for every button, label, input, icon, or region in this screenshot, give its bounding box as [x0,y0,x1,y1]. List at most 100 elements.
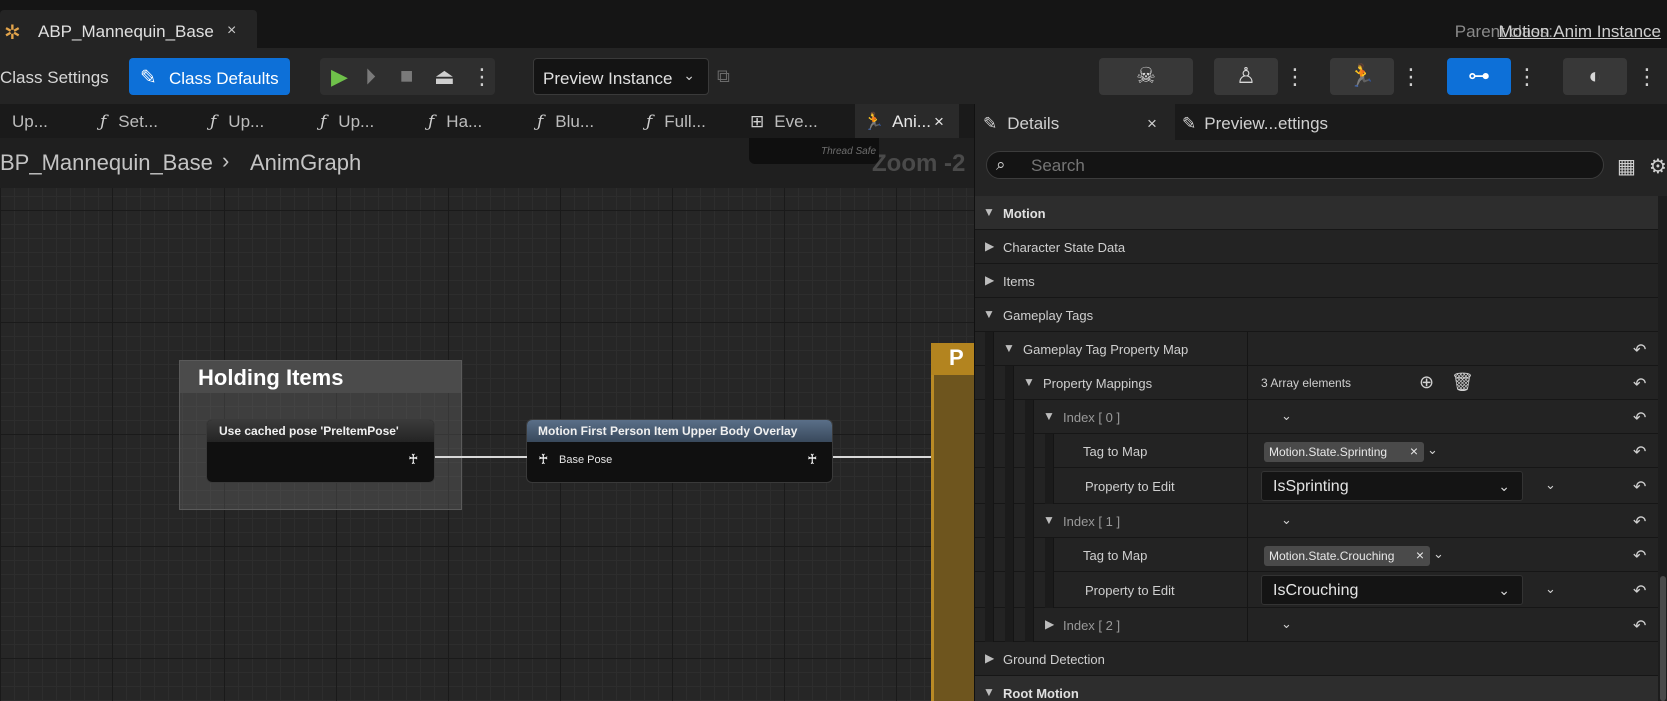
eject-icon[interactable]: ⏏ [434,64,455,90]
graph-tab[interactable]: ƒ Set... [100,104,204,138]
collapse-arrow-icon[interactable]: ▼ [983,685,995,699]
overlay-node[interactable]: Motion First Person Item Upper Body Over… [526,419,833,483]
expand-arrow-icon[interactable]: ▶ [1045,617,1054,631]
column-splitter[interactable] [1247,504,1248,538]
skeleton-mode-button[interactable]: ☠ [1099,58,1193,95]
breadcrumb-graph[interactable]: AnimGraph [250,150,361,176]
reset-to-default-icon[interactable]: ↶ [1633,546,1646,566]
expand-arrow-icon[interactable]: ▶ [985,239,994,253]
remove-tag-icon[interactable]: × [1410,443,1418,459]
reset-to-default-icon[interactable]: ↶ [1633,616,1646,636]
column-splitter[interactable] [1247,434,1248,468]
blueprint-mode-button[interactable]: ⊶ [1447,58,1511,95]
class-settings-button[interactable]: Class Settings [0,68,109,88]
collapse-arrow-icon[interactable]: ▼ [983,307,995,321]
more-options-icon[interactable]: ⋮ [1516,58,1538,95]
more-options-icon[interactable]: ⋮ [1400,58,1422,95]
close-icon[interactable]: × [1147,114,1157,134]
row-property-to-edit-0[interactable]: Property to Edit IsSprinting ⌄ ⌄ ↶ [975,468,1658,504]
row-items[interactable]: ▶ Items [975,264,1658,298]
chevron-down-icon[interactable]: ⌄ [1433,546,1444,562]
reset-to-default-icon[interactable]: ↶ [1633,408,1646,428]
gear-icon[interactable]: ⚙ [1649,154,1667,179]
row-index-1[interactable]: ▼ Index [ 1 ] ⌄ ↶ [975,504,1658,538]
scrollbar-thumb[interactable] [1660,576,1666,701]
pose-input-pin-icon[interactable]: ♰ [538,451,548,468]
stop-icon[interactable]: ■ [400,63,413,89]
search-input[interactable] [1031,156,1591,176]
comment-title[interactable]: Holding Items [180,361,461,393]
collapse-arrow-icon[interactable]: ▼ [1043,409,1055,423]
mesh-mode-button[interactable]: ♙ [1214,58,1278,95]
gameplay-tag-chip[interactable]: Motion.State.Sprinting × [1264,442,1424,462]
graph-tab[interactable]: ƒ Up... [320,104,424,138]
parent-class-link[interactable]: Motion Anim Instance [1498,22,1661,42]
reset-to-default-icon[interactable]: ↶ [1633,340,1646,360]
reset-to-default-icon[interactable]: ↶ [1633,442,1646,462]
close-icon[interactable]: × [227,22,236,40]
collapse-arrow-icon[interactable]: ▼ [1023,375,1035,389]
physics-mode-button[interactable]: ◐ [1563,58,1627,95]
more-options-icon[interactable]: ⋮ [471,64,493,90]
step-icon[interactable]: ⏵ [365,64,376,90]
collapse-arrow-icon[interactable]: ▼ [983,205,995,219]
row-gameplay-tags[interactable]: ▼ Gameplay Tags [975,298,1658,332]
reset-to-default-icon[interactable]: ↶ [1633,581,1646,601]
chevron-down-icon[interactable]: ⌄ [1545,581,1556,597]
expand-arrow-icon[interactable]: ▶ [985,651,994,665]
column-splitter[interactable] [1247,366,1248,400]
reset-to-default-icon[interactable]: ↶ [1633,374,1646,394]
class-defaults-button[interactable]: ✎ Class Defaults [129,58,290,95]
close-icon[interactable]: × [934,112,944,132]
row-index-2[interactable]: ▶ Index [ 2 ] ⌄ ↶ [975,608,1658,642]
row-character-state-data[interactable]: ▶ Character State Data [975,230,1658,264]
column-splitter[interactable] [1247,608,1248,642]
row-tag-to-map-0[interactable]: Tag to Map Motion.State.Sprinting × ⌄ ↶ [975,434,1658,468]
table-view-icon[interactable]: ▦ [1617,154,1636,179]
category-root-motion[interactable]: ▼ Root Motion [975,676,1658,701]
graph-tab[interactable]: ƒ Ha... [428,104,532,138]
property-select[interactable]: IsSprinting ⌄ [1261,471,1523,501]
graph-tab[interactable]: ƒ Up... [210,104,314,138]
graph-tab[interactable]: ƒ Full... [646,104,750,138]
chevron-down-icon[interactable]: ⌄ [1281,616,1292,632]
graph-tab[interactable]: Up... [0,104,96,138]
row-ground-detection[interactable]: ▶ Ground Detection [975,642,1658,676]
column-splitter[interactable] [1247,332,1248,366]
breadcrumb-asset[interactable]: BP_Mannequin_Base [0,150,213,176]
collapse-arrow-icon[interactable]: ▼ [1003,341,1015,355]
chevron-down-icon[interactable]: ⌄ [1427,442,1438,458]
row-property-to-edit-1[interactable]: Property to Edit IsCrouching ⌄ ⌄ ↶ [975,572,1658,608]
row-property-mappings[interactable]: ▼ Property Mappings 3 Array elements ⊕ 🗑… [975,366,1658,400]
pose-output-pin-icon[interactable]: ♰ [408,451,418,468]
trash-icon[interactable]: 🗑 [1451,372,1474,393]
cached-pose-node[interactable]: Use cached pose 'PreItemPose' ♰ [206,419,435,483]
chevron-down-icon[interactable]: ⌄ [1281,408,1292,424]
tab-preview-settings[interactable]: ✎ Preview...ettings [1182,104,1402,140]
row-index-0[interactable]: ▼ Index [ 0 ] ⌄ ↶ [975,400,1658,434]
play-icon[interactable]: ▶ [331,64,348,90]
column-splitter[interactable] [1247,468,1248,504]
debug-filter-icon[interactable]: ⧉ [717,66,730,87]
graph-tab[interactable]: ⊞ Eve... [750,104,850,138]
tab-details[interactable]: ✎ Details × [975,104,1175,140]
state-node[interactable] [931,343,974,701]
graph-tab-active[interactable]: 🏃 Ani... × [855,104,959,138]
animation-mode-button[interactable]: 🏃 [1330,58,1394,95]
chevron-down-icon[interactable]: ⌄ [1545,477,1556,493]
property-select[interactable]: IsCrouching ⌄ [1261,575,1523,605]
collapse-arrow-icon[interactable]: ▼ [1043,513,1055,527]
gameplay-tag-chip[interactable]: Motion.State.Crouching × [1264,546,1430,566]
add-element-icon[interactable]: ⊕ [1419,372,1434,393]
graph-tab[interactable]: ƒ Blu... [537,104,641,138]
category-motion[interactable]: ▼ Motion [975,196,1658,230]
preview-instance-dropdown[interactable]: Preview Instance ⌄ [533,58,709,95]
more-options-icon[interactable]: ⋮ [1636,58,1658,95]
column-splitter[interactable] [1247,538,1248,572]
column-splitter[interactable] [1247,572,1248,608]
more-options-icon[interactable]: ⋮ [1284,58,1306,95]
remove-tag-icon[interactable]: × [1416,547,1424,563]
reset-to-default-icon[interactable]: ↶ [1633,512,1646,532]
expand-arrow-icon[interactable]: ▶ [985,273,994,287]
chevron-down-icon[interactable]: ⌄ [1281,512,1292,528]
